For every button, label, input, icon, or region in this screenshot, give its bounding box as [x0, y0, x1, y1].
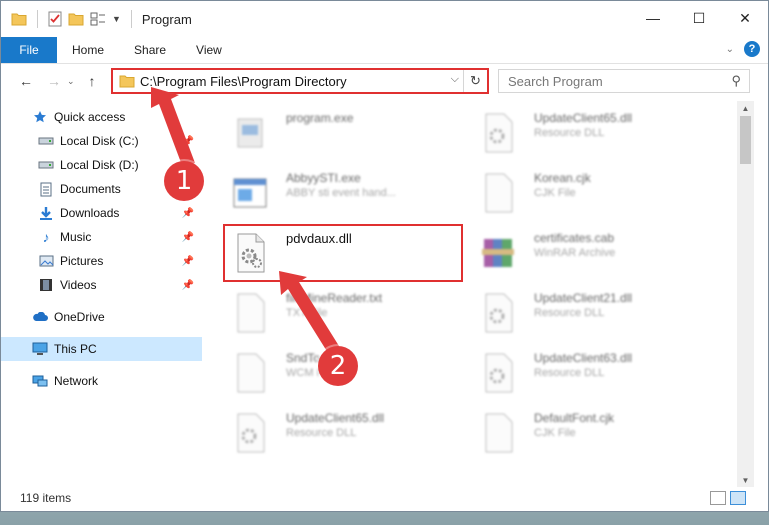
step-2-callout: 2: [318, 346, 358, 386]
step-1-callout: 1: [164, 161, 204, 201]
arrow-2-icon: [279, 271, 339, 353]
arrow-1-icon: [151, 87, 195, 168]
explorer-window: ▼ Program — ☐ ✕ File Home Share View ⌄ ?…: [0, 0, 769, 512]
annotation-arrows: [151, 87, 339, 353]
